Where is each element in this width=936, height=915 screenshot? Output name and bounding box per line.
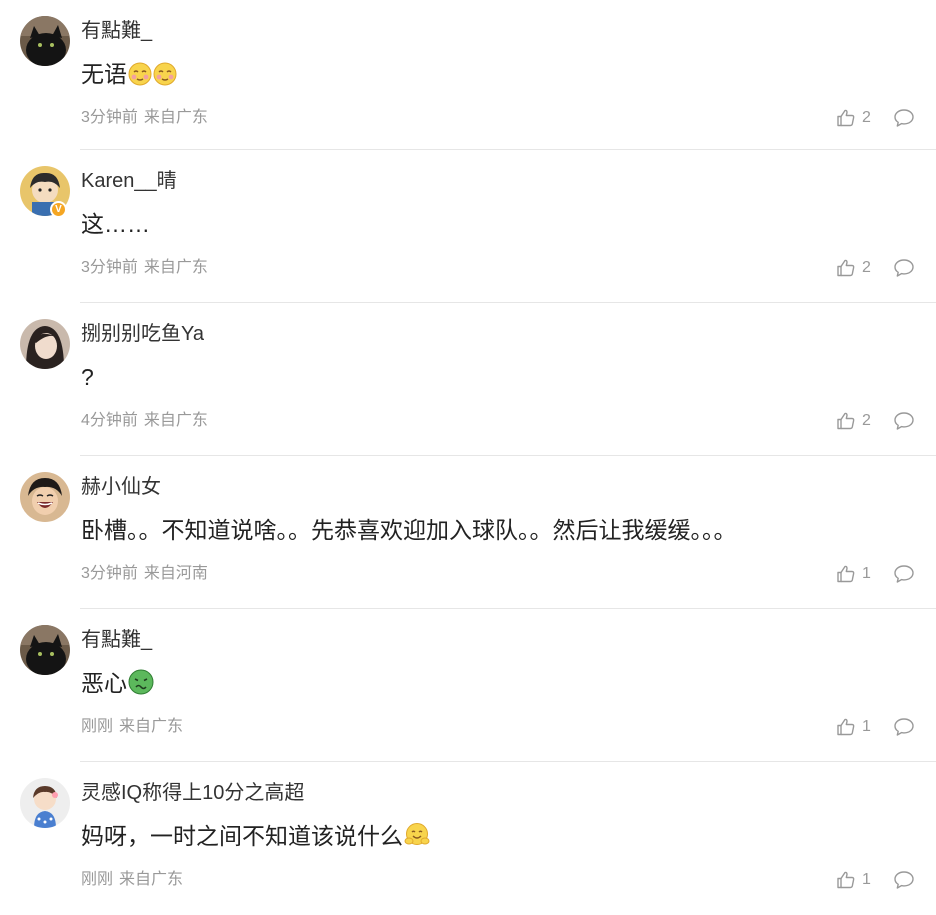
avatar[interactable] [20, 625, 70, 675]
thumbs-up-icon [837, 565, 855, 583]
like-count: 2 [862, 109, 871, 126]
comment-time: 3分钟前 [81, 565, 138, 582]
comment-time: 3分钟前 [81, 109, 138, 126]
comment-meta: 刚刚 来自广东 [81, 716, 183, 738]
comment-source: 来自广东 [143, 259, 208, 276]
thumbs-up-icon [837, 259, 855, 277]
comment-meta: 4分钟前 来自广东 [81, 410, 208, 432]
username[interactable]: 有點難_ [81, 627, 152, 653]
username[interactable]: 有點難_ [81, 18, 152, 44]
comment-source: 来自广东 [143, 412, 208, 429]
reply-button[interactable] [893, 410, 915, 432]
like-count: 1 [862, 718, 871, 735]
avatar[interactable] [20, 778, 70, 828]
comment-meta: 刚刚 来自广东 [81, 869, 183, 891]
comment-bubble-icon [894, 412, 914, 430]
comment-meta: 3分钟前 来自广东 [81, 257, 208, 279]
smirk-face-emoji-icon [128, 62, 152, 94]
comment-source: 来自广东 [119, 871, 184, 888]
comment-list: 有點難_ 无语 3分钟前 来自广东 2 V Karen__晴 这…… 3分钟前 来自… [0, 0, 936, 915]
comment-time: 3分钟前 [81, 259, 138, 276]
like-button[interactable]: 2 [836, 106, 871, 130]
avatar[interactable] [20, 16, 70, 66]
comment-item: 灵感IQ称得上10分之高超 妈呀，一时之间不知道该说什么 刚刚 来自广东 1 [0, 762, 936, 915]
comment-bubble-icon [894, 109, 914, 127]
comment-meta: 3分钟前 来自河南 [81, 563, 208, 585]
comment-text: 无语 [81, 58, 177, 94]
like-count: 2 [862, 259, 871, 276]
reply-button[interactable] [893, 716, 915, 738]
comment-source: 来自河南 [143, 565, 208, 582]
comment-text: 恶心 [81, 667, 154, 703]
like-button[interactable]: 1 [836, 868, 871, 892]
avatar[interactable] [20, 319, 70, 369]
like-button[interactable]: 2 [836, 256, 871, 280]
reply-button[interactable] [893, 107, 915, 129]
comment-time: 4分钟前 [81, 412, 138, 429]
username[interactable]: 赫小仙女 [81, 474, 161, 500]
thumbs-up-icon [837, 412, 855, 430]
comment-bubble-icon [894, 871, 914, 889]
comment-time: 刚刚 [81, 871, 114, 888]
like-button[interactable]: 1 [836, 715, 871, 739]
like-count: 2 [862, 412, 871, 429]
reply-button[interactable] [893, 563, 915, 585]
like-button[interactable]: 1 [836, 562, 871, 586]
comment-text: 卧槽。。不知道说啥。。先恭喜欢迎加入球队。。然后让我缓缓。。。 [81, 517, 737, 543]
comment-text: 妈呀，一时之间不知道该说什么 [81, 820, 430, 856]
comment-item: 赫小仙女 卧槽。。不知道说啥。。先恭喜欢迎加入球队。。然后让我缓缓。。。 3分钟… [0, 456, 936, 609]
comment-source: 来自广东 [119, 718, 184, 735]
comment-bubble-icon [894, 565, 914, 583]
reply-button[interactable] [893, 869, 915, 891]
comment-text: 这…… [81, 211, 150, 237]
hug-face-emoji-icon [404, 822, 430, 856]
comment-bubble-icon [894, 718, 914, 736]
smirk-face-emoji-icon [153, 62, 177, 94]
comment-item: V Karen__晴 这…… 3分钟前 来自广东 2 [0, 150, 936, 303]
comment-meta: 3分钟前 来自广东 [81, 107, 208, 129]
username[interactable]: Karen__晴 [81, 168, 177, 194]
like-count: 1 [862, 871, 871, 888]
comment-item: 有點難_ 恶心 刚刚 来自广东 1 [0, 609, 936, 762]
thumbs-up-icon [837, 718, 855, 736]
comment-item: 捌别别吃鱼Ya ? 4分钟前 来自广东 2 [0, 303, 936, 456]
username[interactable]: 捌别别吃鱼Ya [81, 321, 204, 347]
comment-bubble-icon [894, 259, 914, 277]
nauseated-face-emoji-icon [128, 669, 154, 703]
thumbs-up-icon [837, 871, 855, 889]
comment-text: ? [81, 364, 94, 390]
comment-time: 刚刚 [81, 718, 114, 735]
avatar[interactable] [20, 472, 70, 522]
comment-item: 有點難_ 无语 3分钟前 来自广东 2 [0, 0, 936, 150]
username[interactable]: 灵感IQ称得上10分之高超 [81, 780, 304, 806]
like-button[interactable]: 2 [836, 409, 871, 433]
verified-badge-icon: V [50, 201, 67, 218]
comment-source: 来自广东 [143, 109, 208, 126]
reply-button[interactable] [893, 257, 915, 279]
thumbs-up-icon [837, 109, 855, 127]
like-count: 1 [862, 565, 871, 582]
